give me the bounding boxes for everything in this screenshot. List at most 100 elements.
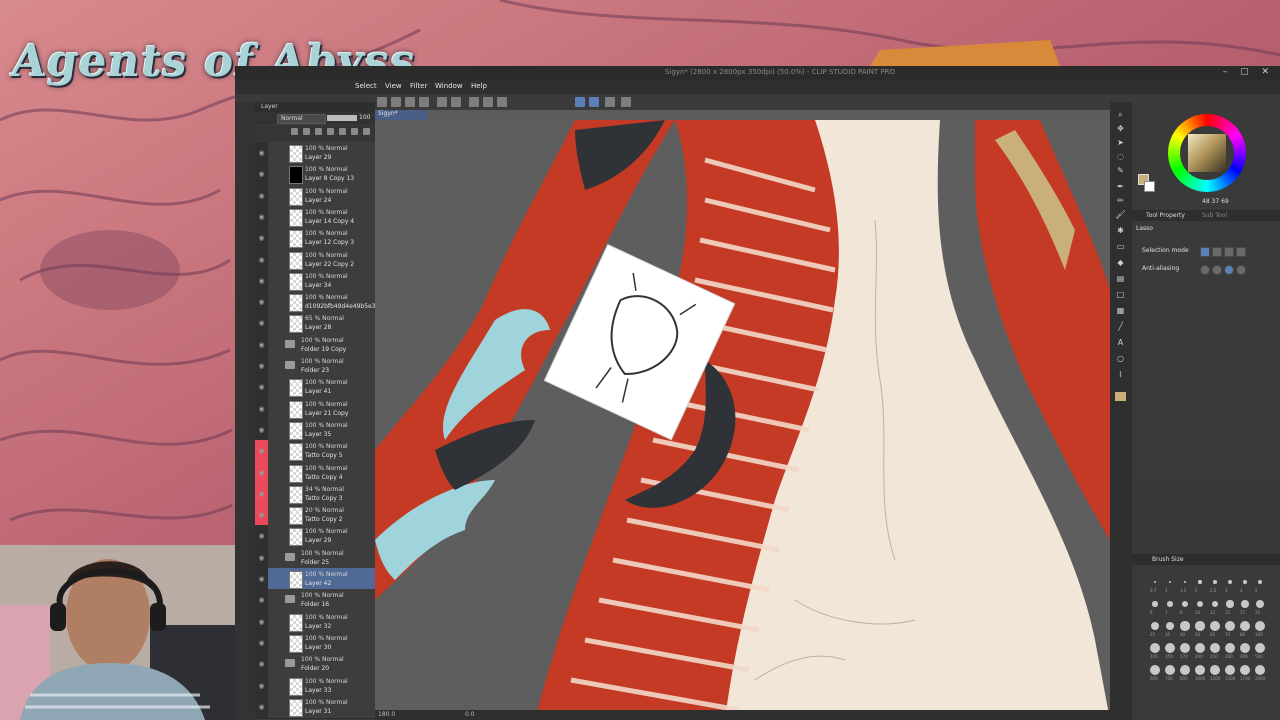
aa-none-button[interactable] xyxy=(1200,265,1210,275)
aa-strong-button[interactable] xyxy=(1236,265,1246,275)
transfer-icon[interactable] xyxy=(339,128,346,135)
selection-subtract-button[interactable] xyxy=(1224,247,1234,257)
brush-size-preset[interactable] xyxy=(1242,579,1248,585)
brush-size-preset[interactable] xyxy=(1182,601,1188,607)
layer-row[interactable]: ◉ 100 % Normal Tatto Copy 4 xyxy=(255,461,375,485)
eye-icon[interactable]: ◉ xyxy=(255,248,268,271)
canvas-area[interactable]: Sigyn* 180.0 0.0 xyxy=(375,110,1110,720)
mask-icon[interactable] xyxy=(327,128,334,135)
blend-mode-select[interactable]: Normal xyxy=(277,114,326,124)
eye-icon[interactable]: ◉ xyxy=(255,525,268,548)
tool-property-tab[interactable]: Tool Property xyxy=(1146,212,1185,219)
window-controls[interactable]: – ▢ ✕ xyxy=(1223,67,1274,77)
brush-size-preset[interactable] xyxy=(1152,601,1158,607)
brush-size-preset[interactable] xyxy=(1165,621,1175,631)
brush-size-preset[interactable] xyxy=(1168,580,1172,584)
eye-icon[interactable]: ◉ xyxy=(255,610,268,633)
layer-row[interactable]: ◉ 100 % Normal Layer 22 Copy 2 xyxy=(255,248,375,272)
brush-size-preset[interactable] xyxy=(1240,621,1250,631)
layer-row[interactable]: ◉ 100 % Normal Layer 14 Copy 4 xyxy=(255,205,375,229)
eye-icon[interactable]: ◉ xyxy=(255,376,268,399)
eye-icon[interactable]: ◉ xyxy=(255,205,268,228)
brush-size-preset[interactable] xyxy=(1240,665,1250,675)
eye-icon[interactable]: ◉ xyxy=(255,589,268,612)
layer-row[interactable]: ◉ 100 % Normal Folder 19 Copy xyxy=(255,333,375,357)
ruler-icon[interactable] xyxy=(621,97,631,107)
selection-add-button[interactable] xyxy=(1212,247,1222,257)
artwork-canvas[interactable] xyxy=(375,120,1110,720)
brush-size-preset[interactable] xyxy=(1257,579,1263,585)
selection-new-button[interactable] xyxy=(1200,247,1210,257)
layer-row[interactable]: ◉ 100 % Normal Layer 35 xyxy=(255,418,375,442)
brush-size-preset[interactable] xyxy=(1154,581,1156,583)
brush-size-preset[interactable] xyxy=(1213,580,1217,584)
layer-tab[interactable]: Layer xyxy=(261,103,278,110)
new-vector-icon[interactable] xyxy=(303,128,310,135)
brush-size-preset[interactable] xyxy=(1211,600,1219,608)
layer-row[interactable]: ◉ 100 % Normal Layer 21 Copy xyxy=(255,397,375,421)
hue-ring[interactable] xyxy=(1168,114,1246,192)
layer-row[interactable]: ◉ 100 % Normal Folder 25 xyxy=(255,546,375,570)
eyedropper-icon[interactable]: ✎ xyxy=(1115,166,1126,175)
brush-size-preset[interactable] xyxy=(1225,643,1235,653)
frame-icon[interactable]: ▦ xyxy=(1115,306,1126,315)
fill-icon[interactable] xyxy=(483,97,493,107)
airbrush-icon[interactable]: ✱ xyxy=(1115,226,1126,235)
aa-weak-button[interactable] xyxy=(1212,265,1222,275)
open-icon[interactable] xyxy=(391,97,401,107)
lasso-tool-icon[interactable]: ◌ xyxy=(1115,152,1126,161)
brush-size-preset[interactable] xyxy=(1228,580,1232,584)
eye-icon[interactable]: ◉ xyxy=(255,163,268,186)
layer-row[interactable]: ◉ 100 % Normal Layer 24 xyxy=(255,184,375,208)
eye-icon[interactable]: ◉ xyxy=(255,333,268,356)
text-tool-icon[interactable]: A xyxy=(1115,338,1126,347)
layer-row[interactable]: ◉ 100 % Normal Layer 8 Copy 13 xyxy=(255,163,375,187)
eye-icon[interactable]: ◉ xyxy=(255,653,268,676)
menu-filter[interactable]: Filter xyxy=(410,82,427,90)
layer-row[interactable]: ◉ 100 % Normal Layer 30 xyxy=(255,631,375,655)
eye-icon[interactable]: ◉ xyxy=(255,631,268,654)
balloon-icon[interactable]: ○ xyxy=(1115,354,1126,363)
layer-row[interactable]: ◉ 100 % Normal Folder 16 xyxy=(255,589,375,613)
ruler-snap-icon[interactable] xyxy=(575,97,585,107)
layer-row[interactable]: ◉ 100 % Normald1092bfb49d4e49b5e34f6cc0 xyxy=(255,291,375,315)
undo-icon[interactable] xyxy=(437,97,447,107)
brush-size-preset[interactable] xyxy=(1167,601,1173,607)
eye-icon[interactable]: ◉ xyxy=(255,397,268,420)
saturation-value-square[interactable] xyxy=(1188,134,1226,172)
folder-icon[interactable] xyxy=(285,552,295,561)
layer-row[interactable]: ◉ 100 % Normal Tatto Copy 5 xyxy=(255,440,375,464)
eye-icon[interactable]: ◉ xyxy=(255,461,268,484)
brush-size-preset[interactable] xyxy=(1150,665,1160,675)
layer-row[interactable]: ◉ 100 % Normal Layer 33 xyxy=(255,674,375,698)
layer-row[interactable]: ◉ 100 % Normal Folder 23 xyxy=(255,355,375,378)
brush-size-preset[interactable] xyxy=(1180,621,1190,631)
eye-icon[interactable]: ◉ xyxy=(255,504,268,527)
eye-icon[interactable]: ◉ xyxy=(255,674,268,697)
layer-row[interactable]: ◉ 100 % Normal Folder 20 xyxy=(255,653,375,677)
eye-icon[interactable]: ◉ xyxy=(255,355,268,377)
ruler-tool-icon[interactable]: ╱ xyxy=(1115,322,1126,331)
rotation-value[interactable]: 0.0 xyxy=(465,711,475,718)
fill-tool-icon[interactable]: ◆ xyxy=(1115,258,1126,267)
brush-size-preset[interactable] xyxy=(1255,643,1265,653)
brush-size-preset[interactable] xyxy=(1255,665,1265,675)
eye-icon[interactable]: ◉ xyxy=(255,482,268,505)
brush-size-tab[interactable]: Brush Size xyxy=(1152,556,1184,563)
menu-select[interactable]: Select xyxy=(355,82,377,90)
correct-line-icon[interactable]: ⌇ xyxy=(1115,370,1126,379)
folder-icon[interactable] xyxy=(285,361,295,369)
pen-tool-icon[interactable]: ✒ xyxy=(1115,182,1126,191)
layer-row[interactable]: ◉ 100 % Normal Layer 32 xyxy=(255,610,375,634)
opacity-slider[interactable] xyxy=(327,115,357,121)
eye-icon[interactable]: ◉ xyxy=(255,312,268,335)
brush-size-preset[interactable] xyxy=(1241,600,1249,608)
brush-size-preset[interactable] xyxy=(1180,665,1190,675)
brush-size-preset[interactable] xyxy=(1256,600,1264,608)
document-tab[interactable]: Sigyn* xyxy=(375,110,428,120)
brush-size-preset[interactable] xyxy=(1195,643,1205,653)
sub-tool-tab[interactable]: Sub Tool xyxy=(1202,212,1227,219)
menu-help[interactable]: Help xyxy=(471,82,487,90)
eraser-icon[interactable]: ▭ xyxy=(1115,242,1126,251)
brush-size-preset[interactable] xyxy=(1165,665,1175,675)
